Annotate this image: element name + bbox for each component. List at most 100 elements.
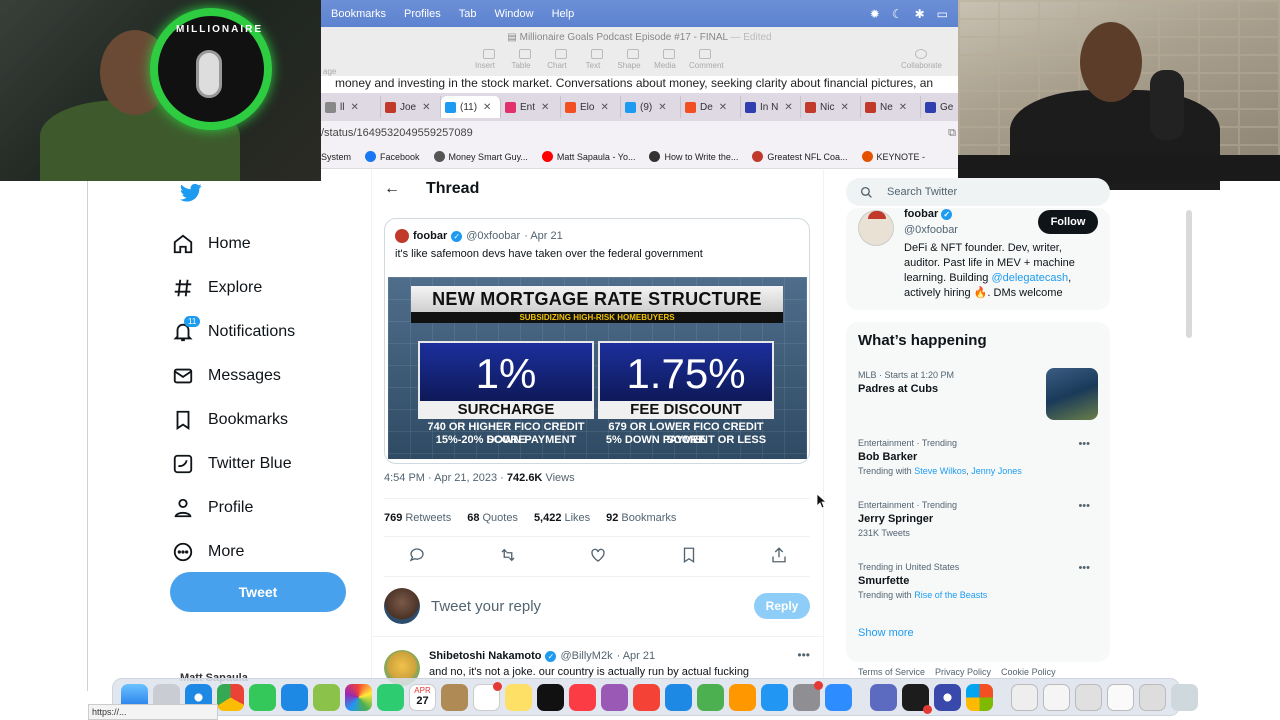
moon-icon[interactable]: ☾ [892, 7, 903, 21]
contacts-icon[interactable] [441, 683, 468, 711]
search-box[interactable]: Search Twitter [846, 178, 1110, 206]
share-icon[interactable]: ⧉ [948, 121, 956, 145]
numbers-icon[interactable] [697, 683, 724, 711]
like-icon[interactable] [589, 546, 607, 564]
settings-gear-icon[interactable] [934, 683, 961, 711]
quoted-tweet[interactable]: foobar ✓ @0xfoobar · Apr 21 it's like sa… [384, 218, 810, 464]
terminal-icon[interactable] [902, 683, 932, 714]
retweet-icon[interactable] [499, 546, 517, 564]
chrome-icon[interactable] [217, 683, 244, 711]
tweet-button[interactable]: Tweet [170, 572, 346, 612]
tab-close-icon[interactable]: ✕ [899, 102, 907, 113]
tool-comment[interactable]: Comment [689, 49, 724, 70]
tab-close-icon[interactable]: ✕ [600, 102, 608, 113]
trend-more-icon[interactable]: ••• [1078, 562, 1090, 574]
address-bar[interactable]: /status/1649532049559257089 ⧉ [321, 121, 958, 145]
calendar-icon[interactable]: APR 27 [409, 683, 436, 711]
profile-card-avatar[interactable] [858, 210, 894, 246]
folder-icon[interactable] [1139, 683, 1166, 711]
reminders-icon[interactable] [473, 681, 502, 711]
quoted-name[interactable]: foobar [413, 230, 447, 242]
tab-close-icon[interactable]: ✕ [784, 102, 792, 113]
bookmark-action-icon[interactable] [680, 546, 698, 564]
tool-media[interactable]: Media [654, 49, 677, 70]
news-graphic-image[interactable]: NEW MORTGAGE RATE STRUCTURE SUBSIDIZING … [388, 277, 807, 459]
browser-tab[interactable]: De ✕ [681, 96, 741, 118]
bookmark-item[interactable]: Facebook [365, 151, 420, 162]
back-arrow-icon[interactable]: ← [384, 180, 400, 198]
document-icon[interactable] [1043, 683, 1070, 711]
tool-shape[interactable]: Shape [617, 49, 641, 70]
bookmarks-stat[interactable]: 92 Bookmarks [606, 512, 676, 524]
app-store-icon[interactable] [761, 683, 788, 711]
tab-close-icon[interactable]: ✕ [350, 102, 358, 113]
trend-more-icon[interactable]: ••• [1078, 438, 1090, 450]
browser-tab[interactable]: Ne ✕ [861, 96, 921, 118]
trend-thumbnail[interactable] [1046, 368, 1098, 420]
menu-window[interactable]: Window [494, 8, 533, 20]
mail-icon[interactable] [281, 683, 308, 711]
tool-text[interactable]: Text [586, 49, 605, 70]
browser-tab[interactable]: (11) ✕ [441, 96, 501, 118]
bookmark-item[interactable]: System [321, 152, 351, 162]
tab-close-icon[interactable]: ✕ [541, 102, 549, 113]
menu-profiles[interactable]: Profiles [404, 8, 441, 20]
tab-close-icon[interactable]: ✕ [422, 102, 430, 113]
more-options-icon[interactable]: ••• [797, 648, 810, 662]
music-icon[interactable] [569, 683, 596, 711]
trash-icon[interactable] [1171, 683, 1198, 711]
tweet-timestamp[interactable]: 4:54 PM · Apr 21, 2023 · [384, 472, 507, 484]
tool-chart[interactable]: Chart [547, 49, 569, 70]
profile-card-name[interactable]: foobar [904, 208, 938, 220]
appletv-icon[interactable] [537, 683, 564, 711]
terms-link[interactable]: Terms of Service [858, 667, 925, 677]
maps-icon[interactable] [313, 683, 340, 711]
trend-link[interactable]: Steve Wilkos [914, 466, 966, 476]
reply-icon[interactable] [408, 546, 426, 564]
bookmark-item[interactable]: KEYNOTE - [861, 151, 925, 162]
document-icon[interactable] [1011, 683, 1038, 711]
bookmark-item[interactable]: Matt Sapaula - Yo... [541, 151, 635, 162]
reply-avatar[interactable] [384, 588, 420, 624]
nav-notifications[interactable]: 11 Notifications [172, 310, 352, 354]
tab-close-icon[interactable]: ✕ [719, 102, 727, 113]
tab-close-icon[interactable]: ✕ [483, 102, 491, 113]
trend-item[interactable]: Entertainment · Trending Bob Barker Tren… [858, 438, 1098, 476]
bluetooth-icon[interactable]: ✱ [915, 7, 925, 21]
menu-bookmarks[interactable]: Bookmarks [331, 8, 386, 20]
tool-table[interactable]: Table [511, 49, 533, 70]
bookmark-item[interactable]: How to Write the... [649, 151, 738, 162]
retweets-stat[interactable]: 769 Retweets [384, 512, 451, 524]
nav-explore[interactable]: Explore [172, 266, 352, 310]
microsoft-icon[interactable] [966, 683, 993, 711]
browser-tab[interactable]: Nic ✕ [801, 96, 861, 118]
facetime-icon[interactable] [377, 683, 404, 711]
trend-item[interactable]: Entertainment · Trending Jerry Springer … [858, 500, 1098, 538]
tool-insert[interactable]: Insert [475, 49, 497, 70]
nav-home[interactable]: Home [172, 222, 352, 266]
nav-twitter-blue[interactable]: Twitter Blue [172, 442, 352, 486]
system-settings-icon[interactable] [793, 680, 823, 711]
scrollbar[interactable] [1186, 210, 1192, 338]
browser-tab[interactable]: In N ✕ [741, 96, 801, 118]
trend-item[interactable]: Trending in United States Smurfette Tren… [858, 562, 1098, 600]
trend-link[interactable]: Rise of the Beasts [914, 590, 987, 600]
bio-link[interactable]: @delegatecash [991, 272, 1068, 284]
reply-button[interactable]: Reply [754, 593, 810, 619]
pages-icon[interactable] [729, 683, 756, 711]
likes-stat[interactable]: 5,422 Likes [534, 512, 590, 524]
news-icon[interactable] [633, 683, 660, 711]
twitter-logo-icon[interactable] [180, 183, 202, 208]
collaborate-button[interactable]: Collaborate [901, 49, 942, 70]
notes-icon[interactable] [505, 683, 532, 711]
tab-close-icon[interactable]: ✕ [658, 102, 666, 113]
follow-button[interactable]: Follow [1038, 210, 1098, 234]
bookmark-item[interactable]: Money Smart Guy... [433, 151, 528, 162]
reply-input[interactable]: Tweet your reply [431, 598, 541, 615]
zoom-icon[interactable] [825, 683, 852, 711]
quoted-avatar[interactable] [395, 229, 409, 243]
nav-bookmarks[interactable]: Bookmarks [172, 398, 352, 442]
keynote-icon[interactable] [665, 683, 692, 711]
document-icon[interactable] [1075, 683, 1102, 711]
document-icon[interactable] [1107, 683, 1134, 711]
